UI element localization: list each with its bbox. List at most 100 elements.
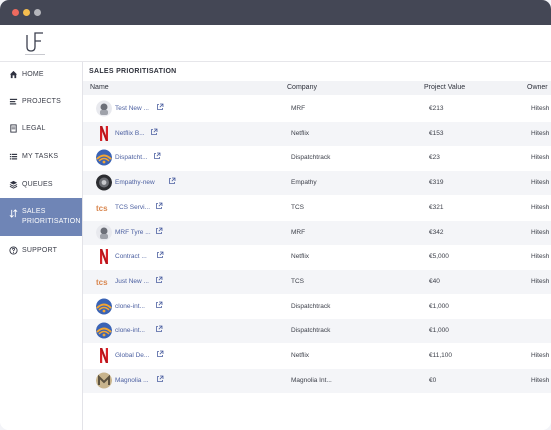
project-value-cell: €23 bbox=[429, 154, 440, 162]
table-row[interactable]: Global De... Netflix €11,100 Hitesh bbox=[83, 344, 551, 368]
document-icon bbox=[8, 123, 18, 133]
svg-text:tcs: tcs bbox=[96, 204, 108, 213]
table-row[interactable]: Dispatcht... Dispatchtrack €23 Hitesh bbox=[83, 146, 551, 170]
sidebar-item-projects[interactable]: PROJECTS bbox=[0, 89, 82, 113]
project-value-cell: €0 bbox=[429, 376, 437, 384]
table-row[interactable]: Empathy-new Empathy €319 Hitesh bbox=[83, 171, 551, 196]
external-link-icon[interactable] bbox=[155, 227, 163, 235]
list-icon bbox=[8, 96, 18, 106]
table-row[interactable]: Contract ... Netflix €5,000 Hitesh bbox=[83, 245, 551, 269]
table-row[interactable]: MRF Tyre ... MRF €342 Hitesh bbox=[83, 220, 551, 245]
external-link-icon[interactable] bbox=[156, 350, 164, 358]
sidebar-item-legal[interactable]: LEGAL bbox=[0, 116, 82, 140]
owner-cell: Hitesh bbox=[531, 277, 550, 285]
table-row[interactable]: Magnolia ... Magnolia Int... €0 Hitesh bbox=[83, 368, 551, 393]
project-value-cell: €40 bbox=[429, 277, 440, 285]
project-name-link[interactable]: Magnolia ... bbox=[115, 377, 149, 384]
project-name-link[interactable]: MRF Tyre ... bbox=[115, 229, 151, 236]
owner-cell: Hitesh bbox=[531, 154, 550, 162]
column-header-project-value[interactable]: Project Value bbox=[424, 84, 465, 91]
project-value-cell: €319 bbox=[429, 179, 444, 187]
external-link-icon[interactable] bbox=[155, 276, 163, 284]
external-link-icon[interactable] bbox=[155, 301, 163, 309]
project-name-link[interactable]: Contract ... bbox=[115, 253, 147, 260]
main-content: SALES PRIORITISATION Name Company Projec… bbox=[83, 62, 551, 430]
sort-icon bbox=[8, 208, 18, 218]
table-row[interactable]: clone-int... Dispatchtrack €1,000 bbox=[83, 319, 551, 344]
column-header-name[interactable]: Name bbox=[90, 84, 109, 91]
project-name-link[interactable]: Test New ... bbox=[115, 105, 149, 112]
owner-cell: Hitesh bbox=[531, 228, 550, 236]
project-value-cell: €1,000 bbox=[429, 302, 449, 310]
company-cell: TCS bbox=[291, 277, 304, 285]
home-icon bbox=[8, 69, 18, 79]
external-link-icon[interactable] bbox=[153, 152, 161, 160]
sidebar-item-home[interactable]: HOME bbox=[0, 62, 82, 86]
owner-cell: Hitesh bbox=[531, 203, 550, 211]
project-name-link[interactable]: clone-int... bbox=[115, 303, 145, 310]
external-link-icon[interactable] bbox=[156, 251, 164, 259]
company-logo-icon bbox=[96, 347, 112, 364]
external-link-icon[interactable] bbox=[155, 325, 163, 333]
sidebar-item-support[interactable]: SUPPORT bbox=[0, 238, 82, 262]
sidebar-item-label: LEGAL bbox=[22, 124, 46, 132]
app-window: HOME PROJECTS LEGAL MY TASKS QUEUES SALE… bbox=[0, 0, 551, 430]
table-header: Name Company Project Value Owner bbox=[83, 81, 551, 95]
sidebar-item-sales-prioritisation[interactable]: SALES PRIORITISATION bbox=[0, 198, 82, 236]
company-cell: Dispatchtrack bbox=[291, 327, 331, 335]
project-value-cell: €342 bbox=[429, 228, 444, 236]
owner-cell: Hitesh bbox=[531, 105, 550, 112]
external-link-icon[interactable] bbox=[155, 202, 163, 210]
app-logo[interactable] bbox=[23, 29, 47, 57]
project-name-link[interactable]: Netflix B... bbox=[115, 130, 145, 137]
project-value-cell: €11,100 bbox=[429, 352, 453, 359]
company-logo-icon bbox=[96, 298, 112, 315]
sidebar-item-my-tasks[interactable]: MY TASKS bbox=[0, 144, 82, 168]
company-cell: MRF bbox=[291, 228, 306, 236]
owner-cell: Hitesh bbox=[531, 253, 550, 261]
external-link-icon[interactable] bbox=[168, 177, 176, 185]
sidebar-item-queues[interactable]: QUEUES bbox=[0, 172, 82, 196]
sidebar-item-label: MY TASKS bbox=[22, 152, 59, 160]
window-titlebar bbox=[0, 0, 551, 25]
sidebar-item-label: SUPPORT bbox=[22, 246, 58, 254]
sidebar-item-label: SALES PRIORITISATION bbox=[22, 207, 81, 227]
project-name-link[interactable]: clone-int... bbox=[115, 327, 145, 334]
company-cell: Netflix bbox=[291, 352, 310, 359]
project-name-link[interactable]: TCS Servi... bbox=[115, 204, 150, 211]
table-row[interactable]: tcs Just New ... TCS €40 Hitesh bbox=[83, 269, 551, 294]
column-header-owner[interactable]: Owner bbox=[527, 84, 548, 91]
project-value-cell: €1,000 bbox=[429, 327, 449, 335]
tasks-icon bbox=[8, 151, 18, 161]
table-row[interactable]: Netflix B... Netflix €153 Hitesh bbox=[83, 121, 551, 146]
project-value-cell: €5,000 bbox=[429, 253, 449, 261]
project-value-cell: €153 bbox=[429, 129, 444, 137]
owner-cell: Hitesh bbox=[531, 376, 550, 384]
maximize-window-button[interactable] bbox=[34, 9, 41, 16]
minimize-window-button[interactable] bbox=[23, 9, 30, 16]
svg-text:tcs: tcs bbox=[96, 278, 108, 287]
company-cell: Empathy bbox=[291, 179, 317, 187]
company-logo-icon bbox=[96, 149, 112, 166]
company-cell: Netflix bbox=[291, 253, 310, 261]
app-header bbox=[0, 25, 551, 62]
external-link-icon[interactable] bbox=[150, 128, 158, 136]
close-window-button[interactable] bbox=[12, 9, 19, 16]
table-row[interactable]: tcs TCS Servi... TCS €321 Hitesh bbox=[83, 196, 551, 220]
company-cell: Netflix bbox=[291, 129, 310, 137]
project-name-link[interactable]: Just New ... bbox=[115, 278, 149, 285]
external-link-icon[interactable] bbox=[156, 103, 164, 111]
help-icon bbox=[8, 245, 18, 255]
sidebar: HOME PROJECTS LEGAL MY TASKS QUEUES SALE… bbox=[0, 62, 83, 430]
table-row[interactable]: clone-int... Dispatchtrack €1,000 bbox=[83, 295, 551, 319]
sidebar-item-label: PROJECTS bbox=[22, 97, 61, 105]
column-header-company[interactable]: Company bbox=[287, 84, 317, 91]
company-logo-icon bbox=[96, 248, 112, 265]
owner-cell: Hitesh bbox=[531, 352, 550, 359]
project-value-cell: €321 bbox=[429, 203, 444, 211]
external-link-icon[interactable] bbox=[156, 375, 164, 383]
project-name-link[interactable]: Empathy-new bbox=[115, 179, 155, 186]
project-name-link[interactable]: Dispatcht... bbox=[115, 154, 148, 161]
table-row[interactable]: Test New ... MRF €213 Hitesh bbox=[83, 97, 551, 121]
project-name-link[interactable]: Global De... bbox=[115, 352, 149, 359]
